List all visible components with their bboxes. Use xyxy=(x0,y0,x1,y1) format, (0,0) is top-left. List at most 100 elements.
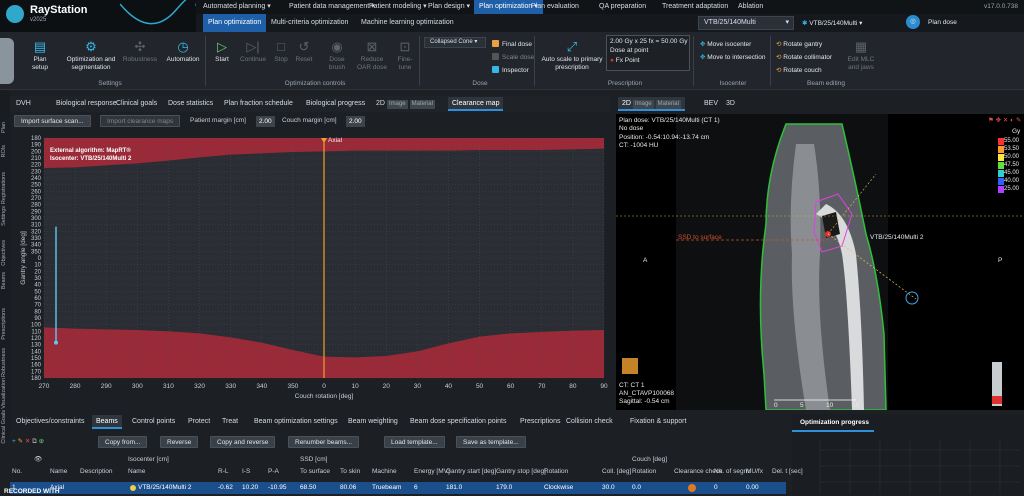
move-isocenter-button[interactable]: ✥ Move isocenter xyxy=(700,40,751,48)
start-button[interactable]: ▷ Start xyxy=(210,40,234,64)
main-tab-qa-preparation[interactable]: QA preparation xyxy=(594,0,651,14)
y-tick-label: 110 xyxy=(31,329,41,335)
left-tab-plan-fraction-schedule[interactable]: Plan fraction schedule xyxy=(220,97,297,111)
bottom-tab-fixation-support[interactable]: Fixation & support xyxy=(626,415,690,429)
beamset-select[interactable]: ✱ VTB/25/140Multi ▾ xyxy=(802,19,862,27)
reset-button[interactable]: ↺ Reset xyxy=(292,40,316,64)
main-tab-treatment-adaptation[interactable]: Treatment adaptation xyxy=(657,0,733,14)
left-tab-biological-response[interactable]: Biological response xyxy=(52,97,121,111)
left-tab-2d[interactable]: 2D Image Material xyxy=(372,97,439,111)
right-2d-sub-image[interactable]: Image xyxy=(632,100,654,109)
final-dose-button[interactable]: Final dose xyxy=(492,40,532,48)
play-icon: ▷ xyxy=(217,39,227,54)
y-tick-label: 180 xyxy=(31,136,42,142)
beam-button-copy-from-[interactable]: Copy from... xyxy=(98,436,148,448)
scale-dose-button[interactable]: Scale dose xyxy=(492,53,534,61)
beam-button-load-template-[interactable]: Load template... xyxy=(384,436,445,448)
side-tab-beams[interactable]: Beams xyxy=(1,272,7,289)
clipboard-icon: ▤ xyxy=(33,39,47,54)
beam-button-reverse[interactable]: Reverse xyxy=(160,436,199,448)
fine-tune-button[interactable]: ⊡ Fine-tune xyxy=(394,40,416,72)
auto-scale-button[interactable]: ⤢ Auto scale to primary prescription xyxy=(540,40,604,72)
plan-dose-icon[interactable]: ◎ xyxy=(906,15,920,29)
bottom-tab-objectives-constraints[interactable]: Objectives/constraints xyxy=(12,415,88,429)
stop-button[interactable]: □ Stop xyxy=(270,40,292,64)
clearance-map-chart[interactable]: 1801902002102202302402502602702802903003… xyxy=(16,130,610,402)
dose-icon xyxy=(492,40,499,47)
ct-dose-status: No dose xyxy=(619,125,644,132)
main-tab-plan-evaluation[interactable]: Plan evaluation xyxy=(526,0,584,14)
main-tab-patient-modeling[interactable]: Patient modeling ▾ xyxy=(364,0,432,14)
beam-button-renumber-beams-[interactable]: Renumber beams... xyxy=(288,436,360,448)
table-cell: Clockwise xyxy=(544,484,574,491)
prescription-box[interactable]: 2.00 Gy x 25 fx = 50.00 Gy Dose at point… xyxy=(606,35,690,71)
beam-label: VTB/25/140Multi 2 xyxy=(870,234,924,241)
patient-margin-input[interactable]: 2.00 xyxy=(256,116,275,127)
bottom-tab-beam-optimization-settings[interactable]: Beam optimization settings xyxy=(250,415,342,429)
sub-tab-plan-optimization[interactable]: Plan optimization xyxy=(203,14,267,32)
beam-button-save-as-template-[interactable]: Save as template... xyxy=(456,436,526,448)
clearance-warning-icon[interactable] xyxy=(688,484,696,492)
bottom-tab-prescriptions[interactable]: Prescriptions xyxy=(516,415,564,429)
sub-tab-multi-criteria-optimization[interactable]: Multi-criteria optimization xyxy=(266,14,353,32)
ct-sagittal-view[interactable]: Plan dose: VTB/25/140Multi (CT 1) No dos… xyxy=(616,114,1024,410)
side-tab-registrations[interactable]: Registrations xyxy=(1,172,7,204)
side-tab-clinical-goals[interactable]: Clinical Goals xyxy=(1,410,7,444)
side-tab-settings[interactable]: Settings xyxy=(1,206,7,226)
beam-button-copy-and-reverse[interactable]: Copy and reverse xyxy=(210,436,276,448)
dose-algorithm-select[interactable]: Collapsed Cone ▾ xyxy=(424,37,486,48)
y-tick-label: 260 xyxy=(31,189,42,195)
main-tab-ablation[interactable]: Ablation xyxy=(733,0,768,14)
side-tab-rois[interactable]: ROIs xyxy=(1,145,7,158)
robustness-button[interactable]: ✣ Robustness xyxy=(122,40,158,64)
right-tab-3d[interactable]: 3D xyxy=(722,97,739,111)
left-tab-dose-statistics[interactable]: Dose statistics xyxy=(164,97,217,111)
continue-button[interactable]: ▷| Continue xyxy=(238,40,268,64)
bottom-tab-beams[interactable]: Beams xyxy=(92,415,122,429)
side-tab-prescriptions[interactable]: Prescriptions xyxy=(1,308,7,340)
bottom-tab-treat[interactable]: Treat xyxy=(218,415,242,429)
y-tick-label: 80 xyxy=(34,309,41,315)
side-tab-plan[interactable]: Plan xyxy=(1,122,7,133)
side-tab-robustness[interactable]: Robustness xyxy=(1,348,7,377)
left-2d-sub-image[interactable]: Image xyxy=(386,100,408,109)
main-tab-automated-planning[interactable]: Automated planning ▾ xyxy=(198,0,276,14)
right-tab-2d[interactable]: 2D Image Material xyxy=(618,97,685,111)
left-tab-clearance-map[interactable]: Clearance map xyxy=(448,97,504,111)
right-2d-sub-material[interactable]: Material xyxy=(655,100,681,109)
left-tab-biological-progress[interactable]: Biological progress xyxy=(302,97,369,111)
plan-setup-button[interactable]: ▤ Plan setup xyxy=(26,40,54,72)
bottom-tab-collision-check[interactable]: Collision check xyxy=(562,415,617,429)
plan-select[interactable]: VTB/25/140Multi ▾ xyxy=(698,16,794,30)
side-tab-objectives[interactable]: Objectives xyxy=(1,240,7,266)
dose-legend-value: 45.00 xyxy=(1004,170,1020,176)
y-tick-label: 330 xyxy=(31,236,42,242)
right-tab-bev[interactable]: BEV xyxy=(700,97,722,111)
ct-toolbar-icons[interactable]: ⚑ ✥ ✕ ◐ ✎ xyxy=(988,116,1021,124)
beam-edit-icons[interactable]: + ✎ ✕ ⧉ ⊕ xyxy=(12,437,44,446)
bottom-tab-beam-weighting[interactable]: Beam weighting xyxy=(344,415,402,429)
bottom-tab-control-points[interactable]: Control points xyxy=(128,415,179,429)
move-intersection-button[interactable]: ✥ Move to intersection xyxy=(700,53,765,61)
bottom-tab-beam-dose-specification-points[interactable]: Beam dose specification points xyxy=(406,415,511,429)
optimization-segmentation-button[interactable]: ⚙ Optimization and segmentation xyxy=(62,40,120,72)
main-tab-plan-design[interactable]: Plan design ▾ xyxy=(423,0,475,14)
left-tab-clinical-goals[interactable]: Clinical goals xyxy=(112,97,161,111)
import-clearance-maps-button[interactable]: Import clearance maps xyxy=(100,115,181,127)
left-2d-sub-material[interactable]: Material xyxy=(409,100,435,109)
inspector-button[interactable]: Inspector xyxy=(492,66,529,74)
couch-margin-input[interactable]: 2.00 xyxy=(346,116,365,127)
edit-mlc-button[interactable]: ▦ Edit MLC and jaws xyxy=(846,40,876,72)
left-tab-dvh[interactable]: DVH xyxy=(12,97,35,111)
rotate-gantry-button[interactable]: ⟲ Rotate gantry xyxy=(776,40,822,48)
x-tick-label: 290 xyxy=(101,383,112,390)
side-tab-visualization[interactable]: Visualization xyxy=(1,378,7,409)
bottom-tab-protect[interactable]: Protect xyxy=(184,415,214,429)
import-surface-scan-button[interactable]: Import surface scan... xyxy=(14,115,91,127)
reduce-oar-button[interactable]: ⊠ Reduce OAR dose xyxy=(354,40,390,72)
rotate-couch-button[interactable]: ⟲ Rotate couch xyxy=(776,66,822,74)
rotate-collimator-button[interactable]: ⟲ Rotate collimator xyxy=(776,53,832,61)
sub-tab-machine-learning-optimization[interactable]: Machine learning optimization xyxy=(356,14,459,32)
automation-button[interactable]: ◷ Automation xyxy=(164,40,202,64)
dose-brush-button[interactable]: ◉ Dose brush xyxy=(324,40,350,72)
